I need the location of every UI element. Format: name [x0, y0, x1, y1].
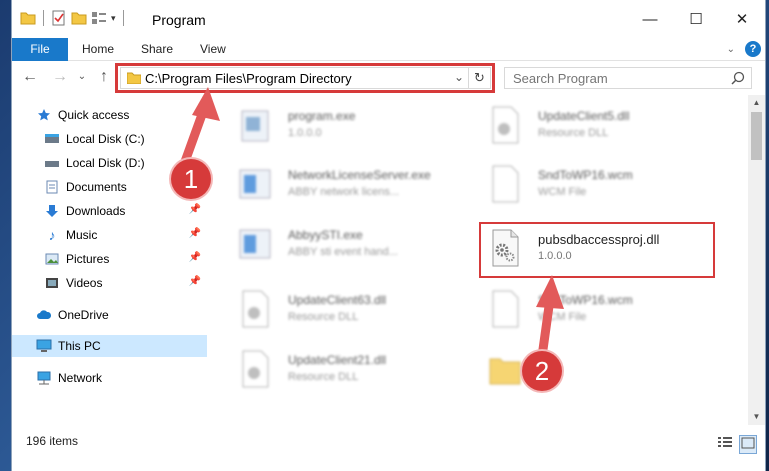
sidebar-item-label: OneDrive	[58, 308, 109, 322]
sidebar-item-label: Documents	[66, 180, 127, 194]
sidebar-item-music[interactable]: ♪ Music 📌	[12, 224, 207, 246]
cloud-icon	[36, 307, 52, 323]
tab-share[interactable]: Share	[141, 38, 173, 61]
step-badge-1: 1	[171, 159, 211, 199]
file-item[interactable]: SndToWP16.wcm WCM File	[458, 160, 698, 210]
folder-icon	[20, 10, 36, 26]
sidebar-item-this-pc[interactable]: This PC	[12, 335, 207, 357]
documents-icon	[44, 179, 60, 195]
expand-ribbon-icon[interactable]: ⌄	[727, 44, 735, 55]
sidebar-item-label: Pictures	[66, 252, 110, 266]
properties-icon[interactable]	[51, 10, 67, 26]
dll-icon	[238, 349, 272, 389]
sidebar-item-label: Network	[58, 371, 103, 385]
sidebar-item-label: Music	[66, 228, 98, 242]
tab-home[interactable]: Home	[82, 38, 114, 61]
sidebar-item-pictures[interactable]: Pictures 📌	[12, 248, 207, 270]
sidebar-item-label: Quick access	[58, 108, 130, 122]
dll-icon	[238, 289, 272, 329]
sidebar-item-label: Local Disk (D:)	[66, 156, 145, 170]
search-input[interactable]	[505, 68, 725, 88]
scrollbar-thumb[interactable]	[751, 112, 762, 160]
sidebar-item-label: Downloads	[66, 204, 126, 218]
drive-icon	[44, 131, 60, 147]
scroll-down-icon[interactable]: ▼	[748, 409, 765, 425]
step-badge-2: 2	[522, 351, 562, 391]
file-item[interactable]: UpdateClient21.dll Resource DLL	[208, 345, 448, 395]
minimize-button[interactable]: —	[627, 0, 673, 38]
quick-access-toolbar: ▾	[20, 10, 127, 26]
music-icon: ♪	[48, 227, 56, 243]
search-icon[interactable]	[731, 71, 745, 88]
pin-icon[interactable]: 📌	[189, 204, 201, 215]
sidebar-item-network[interactable]: Network	[12, 367, 207, 389]
scroll-up-icon[interactable]: ▲	[748, 95, 765, 111]
up-arrow-icon[interactable]: ↑	[94, 67, 114, 87]
file-item[interactable]: AbbyySTI.exe ABBY sti event hand...	[208, 220, 448, 270]
window-title: Program	[152, 12, 206, 28]
file-list: program.exe 1.0.0.0 UpdateClient5.dll Re…	[171, 87, 742, 425]
pictures-icon	[44, 251, 60, 267]
large-icons-view-icon[interactable]	[739, 435, 757, 454]
details-view-icon[interactable]	[717, 435, 733, 454]
new-folder-icon[interactable]	[71, 10, 87, 26]
videos-icon	[44, 275, 60, 291]
file-item[interactable]	[458, 345, 521, 395]
sidebar-item-downloads[interactable]: Downloads 📌	[12, 200, 207, 222]
title-bar: ▾ Program — ☐ ✕	[12, 0, 765, 38]
view-options-icon[interactable]	[91, 10, 107, 26]
folder-icon	[488, 349, 522, 389]
wcm-icon	[488, 164, 522, 204]
wcm-icon	[488, 289, 522, 329]
search-box[interactable]	[504, 67, 752, 89]
chevron-down-icon[interactable]: ▾	[111, 13, 116, 24]
pin-icon[interactable]: 📌	[189, 276, 201, 287]
dll-icon	[488, 105, 522, 145]
recent-locations-icon[interactable]: ⌄	[72, 67, 92, 87]
help-icon[interactable]: ?	[745, 41, 761, 57]
tab-file[interactable]: File	[12, 38, 68, 61]
drive-icon	[44, 155, 60, 171]
file-item[interactable]: UpdateClient63.dll Resource DLL	[208, 285, 448, 335]
sidebar-item-label: Local Disk (C:)	[66, 132, 145, 146]
file-item[interactable]: UpdateClient5.dll Resource DLL	[458, 101, 698, 151]
sidebar-item-label: This PC	[58, 339, 101, 353]
network-icon	[36, 370, 52, 386]
explorer-window: ▾ Program — ☐ ✕ File Home Share View ⌄ ?…	[11, 0, 766, 471]
status-bar: 196 items	[12, 425, 765, 471]
file-item[interactable]: SndToWP16.wcm WCM File	[458, 285, 698, 335]
ribbon-tabs: File Home Share View ⌄ ?	[12, 38, 765, 61]
tab-view[interactable]: View	[200, 38, 226, 61]
pin-icon[interactable]: 📌	[189, 228, 201, 239]
file-item-selected[interactable]: pubsdbaccessproj.dll 1.0.0.0	[458, 224, 698, 274]
pin-icon[interactable]: 📌	[189, 252, 201, 263]
close-button[interactable]: ✕	[719, 0, 765, 38]
navigation-bar: ← → ⌄ ↑ C:\Program Files\Program Directo…	[12, 61, 765, 95]
dll-gear-icon	[488, 228, 522, 268]
vertical-scrollbar[interactable]: ▲ ▼	[748, 95, 765, 425]
maximize-button[interactable]: ☐	[673, 0, 719, 38]
star-icon	[36, 107, 52, 123]
exe-icon	[238, 224, 272, 264]
computer-icon	[36, 338, 52, 354]
sidebar-item-videos[interactable]: Videos 📌	[12, 272, 207, 294]
sidebar-item-onedrive[interactable]: OneDrive	[12, 304, 207, 326]
back-arrow-icon[interactable]: ←	[20, 67, 40, 87]
forward-arrow-icon[interactable]: →	[50, 67, 70, 87]
sidebar-item-label: Videos	[66, 276, 103, 290]
item-count: 196 items	[26, 434, 79, 448]
downloads-icon	[44, 203, 60, 219]
